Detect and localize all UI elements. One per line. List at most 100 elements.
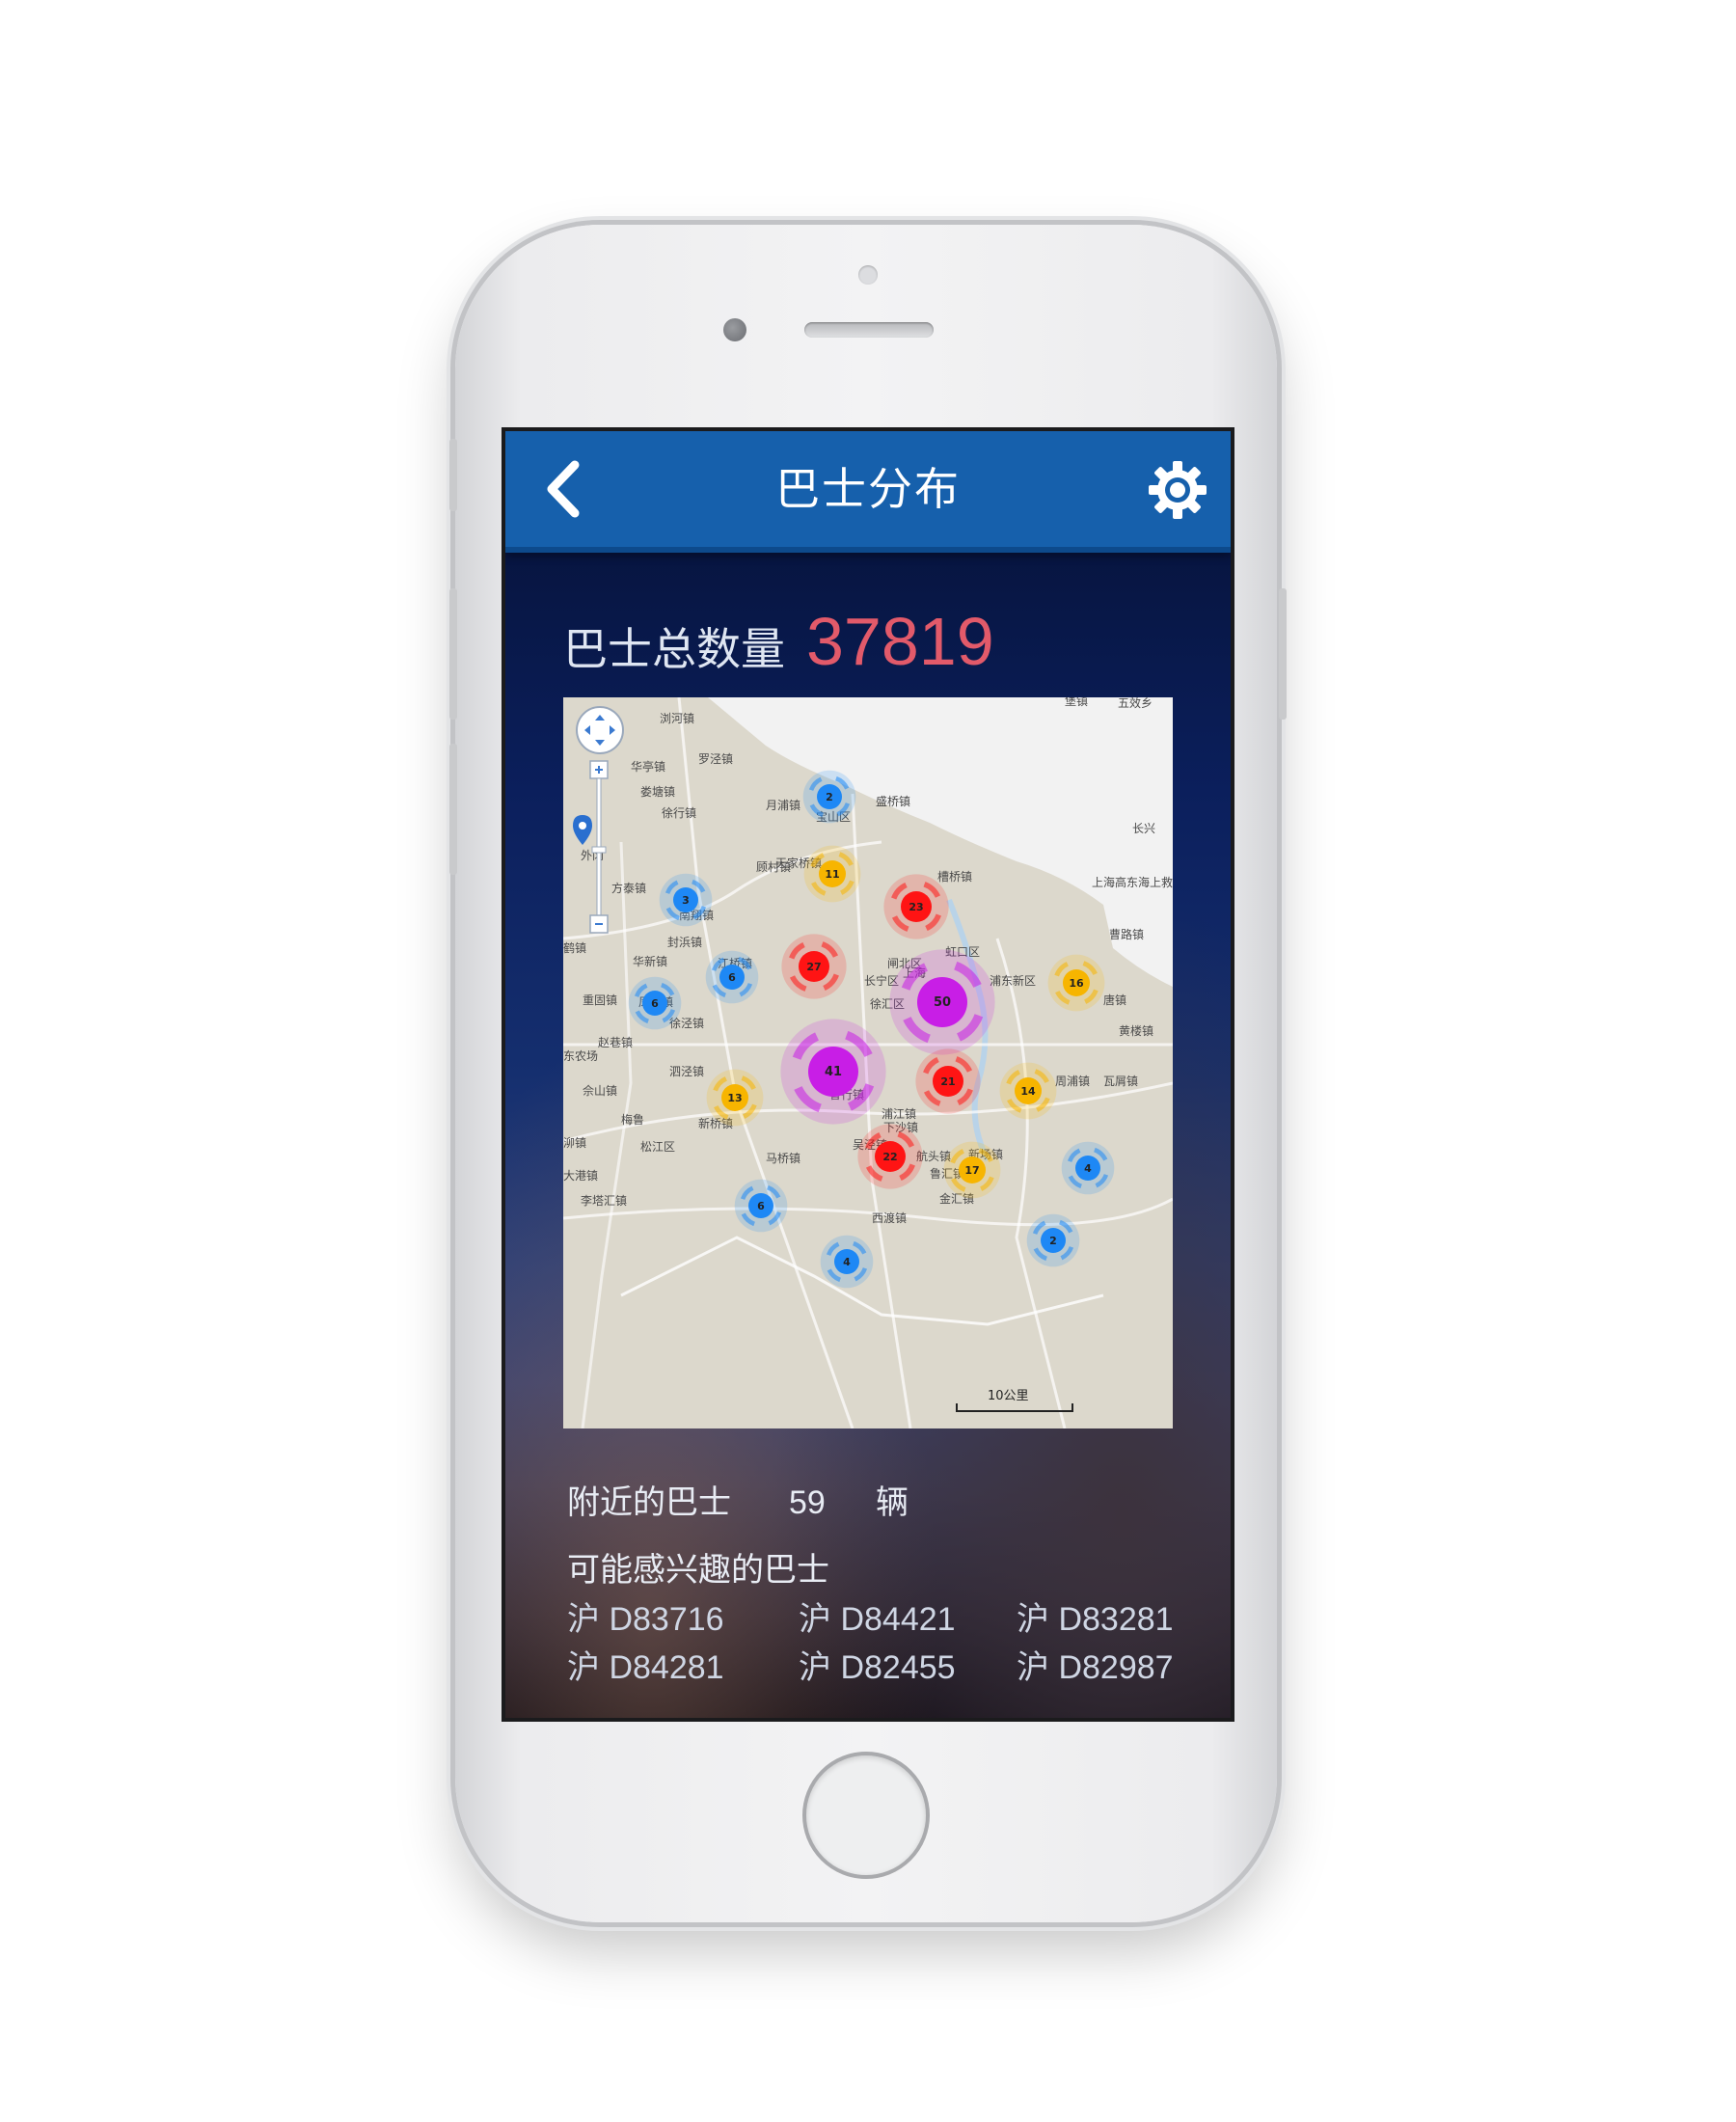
bus-cluster-marker[interactable]: 22	[857, 1124, 923, 1189]
map-place-label: 槽桥镇	[937, 870, 972, 884]
bus-total-row: 巴士总数量 37819	[563, 603, 994, 690]
settings-button[interactable]	[1146, 458, 1209, 522]
map-place-label: 佘山镇	[583, 1083, 617, 1098]
mute-switch	[449, 439, 457, 511]
bus-cluster-count: 6	[651, 997, 659, 1010]
bus-cluster-count: 23	[909, 901, 923, 913]
nearby-bus-count: 59	[789, 1484, 826, 1521]
bus-total-value: 37819	[806, 604, 994, 679]
bus-cluster-marker[interactable]: 14	[999, 1062, 1057, 1120]
bus-cluster-count: 2	[1049, 1235, 1057, 1247]
bus-plate[interactable]: 沪 D84421	[799, 1597, 1017, 1642]
map-place-label: 松江区	[640, 1140, 675, 1154]
map-place-label: 徐行镇	[662, 805, 696, 820]
bus-cluster-count: 50	[934, 995, 951, 1010]
bus-cluster-marker[interactable]: 16	[1047, 954, 1105, 1012]
map-place-label: 马桥镇	[766, 1152, 800, 1165]
pan-control-icon[interactable]	[576, 706, 624, 754]
map-place-label: 西渡镇	[872, 1211, 907, 1225]
bus-cluster-marker[interactable]: 6	[628, 976, 682, 1030]
power-button	[1279, 588, 1287, 720]
map-place-label: 唐镇	[1103, 993, 1126, 1007]
bus-cluster-count: 41	[825, 1065, 842, 1079]
map-place-label: 浏河镇	[660, 712, 694, 725]
bus-plate[interactable]: 沪 D83716	[567, 1597, 799, 1642]
map-place-label: 周浦镇	[1055, 1075, 1090, 1088]
bus-total-label: 巴士总数量	[563, 623, 785, 675]
map-place-label: 浦东新区	[990, 973, 1036, 988]
bus-cluster-count: 4	[843, 1256, 851, 1268]
home-button[interactable]	[802, 1752, 930, 1879]
map-place-label: 梅鲁	[621, 1112, 644, 1127]
map-place-label: 盛桥镇	[876, 794, 910, 808]
proximity-sensor	[858, 265, 878, 285]
map-place-label: 封浜镇	[667, 936, 702, 949]
bus-cluster-marker[interactable]: 11	[803, 845, 861, 903]
bus-cluster-marker[interactable]: 2	[1026, 1213, 1080, 1267]
interested-bus-list: 沪 D83716 沪 D84421 沪 D83281 沪 D84281 沪 D8…	[567, 1597, 1192, 1690]
map-canvas[interactable]: 浏河镇罗泾镇华亭镇娄塘镇徐行镇月浦镇宝山区顾村镇方泰镇南翔镇封浜镇华新镇 江桥镇重…	[563, 697, 1173, 1428]
map-place-label: 曹路镇	[1109, 927, 1144, 941]
nearby-bus-row: 附近的巴士 59 辆	[567, 1476, 1192, 1530]
earpiece-speaker	[804, 322, 934, 338]
bus-plate[interactable]: 沪 D82455	[799, 1646, 1017, 1690]
bus-cluster-marker[interactable]: 21	[915, 1048, 981, 1114]
map-place-label: 上海高东海上救助机场	[1092, 875, 1173, 889]
bus-cluster-count: 27	[806, 961, 821, 973]
bus-cluster-marker[interactable]: 2	[802, 770, 856, 824]
map-place-label: 泖镇	[563, 1136, 586, 1150]
map-place-label: 鹤镇	[563, 940, 586, 955]
bus-cluster-count: 6	[757, 1200, 765, 1212]
bus-cluster-count: 2	[826, 791, 833, 803]
bus-cluster-marker[interactable]: 50	[889, 949, 995, 1055]
app-screen: 巴士分布 巴士总数量 37819 浏河镇 罗泾镇 华亭镇 娄塘镇 徐行镇 月浦镇…	[502, 427, 1234, 1722]
map-place-label: 泗泾镇	[669, 1065, 704, 1078]
bus-cluster-marker[interactable]: 41	[780, 1019, 886, 1125]
map-place-label: 华亭镇	[631, 759, 665, 774]
map-place-label: 华新镇	[633, 954, 667, 968]
bus-info-panel: 附近的巴士 59 辆 可能感兴趣的巴士 沪 D83716 沪 D84421 沪 …	[567, 1476, 1192, 1690]
map-place-label: 东农场	[563, 1049, 598, 1063]
bus-plate[interactable]: 沪 D82987	[1017, 1646, 1209, 1690]
bus-cluster-marker[interactable]: 6	[705, 950, 759, 1004]
bus-cluster-marker[interactable]: 4	[820, 1235, 874, 1289]
svg-text:10公里: 10公里	[988, 1389, 1029, 1403]
map-place-label: 李塔汇镇	[581, 1193, 627, 1208]
bus-plate[interactable]: 沪 D83281	[1017, 1597, 1209, 1642]
nearby-bus-unit: 辆	[876, 1483, 909, 1522]
navigation-bar: 巴士分布	[505, 431, 1231, 553]
map-place-label: 娄塘镇	[640, 784, 675, 799]
map-place-label: 长兴	[1132, 822, 1155, 835]
bus-cluster-count: 13	[727, 1092, 742, 1104]
bus-cluster-marker[interactable]: 13	[706, 1069, 764, 1127]
bus-cluster-marker[interactable]: 17	[943, 1141, 1001, 1199]
map-place-label: 罗泾镇	[698, 752, 733, 766]
bus-distribution-map[interactable]: 浏河镇 罗泾镇 华亭镇 娄塘镇 徐行镇 月浦镇 宝山区 顾村镇 方泰镇 南翔镇 封浜镇 华新镇 江桥镇重…	[563, 697, 1173, 1428]
interested-bus-title: 可能感兴趣的巴士	[567, 1551, 829, 1590]
map-place-label: 浦江镇	[882, 1107, 916, 1121]
map-place-label: 方泰镇	[611, 881, 646, 895]
bus-cluster-count: 14	[1020, 1085, 1036, 1098]
bus-cluster-marker[interactable]: 6	[734, 1179, 788, 1233]
bus-cluster-count: 21	[940, 1075, 955, 1088]
bus-cluster-count: 16	[1069, 977, 1084, 990]
nearby-bus-label: 附近的巴士	[567, 1483, 731, 1522]
map-place-label: 赵巷镇	[598, 1036, 633, 1049]
bus-cluster-marker[interactable]: 3	[659, 873, 713, 927]
bus-cluster-count: 4	[1084, 1162, 1092, 1175]
bus-cluster-count: 11	[825, 868, 839, 881]
bus-plate[interactable]: 沪 D84281	[567, 1646, 799, 1690]
front-camera	[723, 318, 746, 341]
bus-cluster-count: 17	[964, 1164, 979, 1177]
bus-cluster-marker[interactable]: 27	[781, 934, 847, 999]
map-place-label: 瓦屑镇	[1103, 1075, 1138, 1088]
volume-up-button	[449, 588, 457, 720]
map-place-label: 五效乡	[1118, 697, 1153, 710]
gear-icon	[1149, 461, 1207, 519]
bus-cluster-marker[interactable]: 4	[1061, 1141, 1115, 1195]
volume-down-button	[449, 744, 457, 875]
page-title: 巴士分布	[775, 463, 961, 515]
map-place-label: 黄楼镇	[1119, 1023, 1153, 1038]
bus-cluster-marker[interactable]: 23	[883, 874, 949, 939]
bus-cluster-count: 3	[682, 894, 690, 907]
